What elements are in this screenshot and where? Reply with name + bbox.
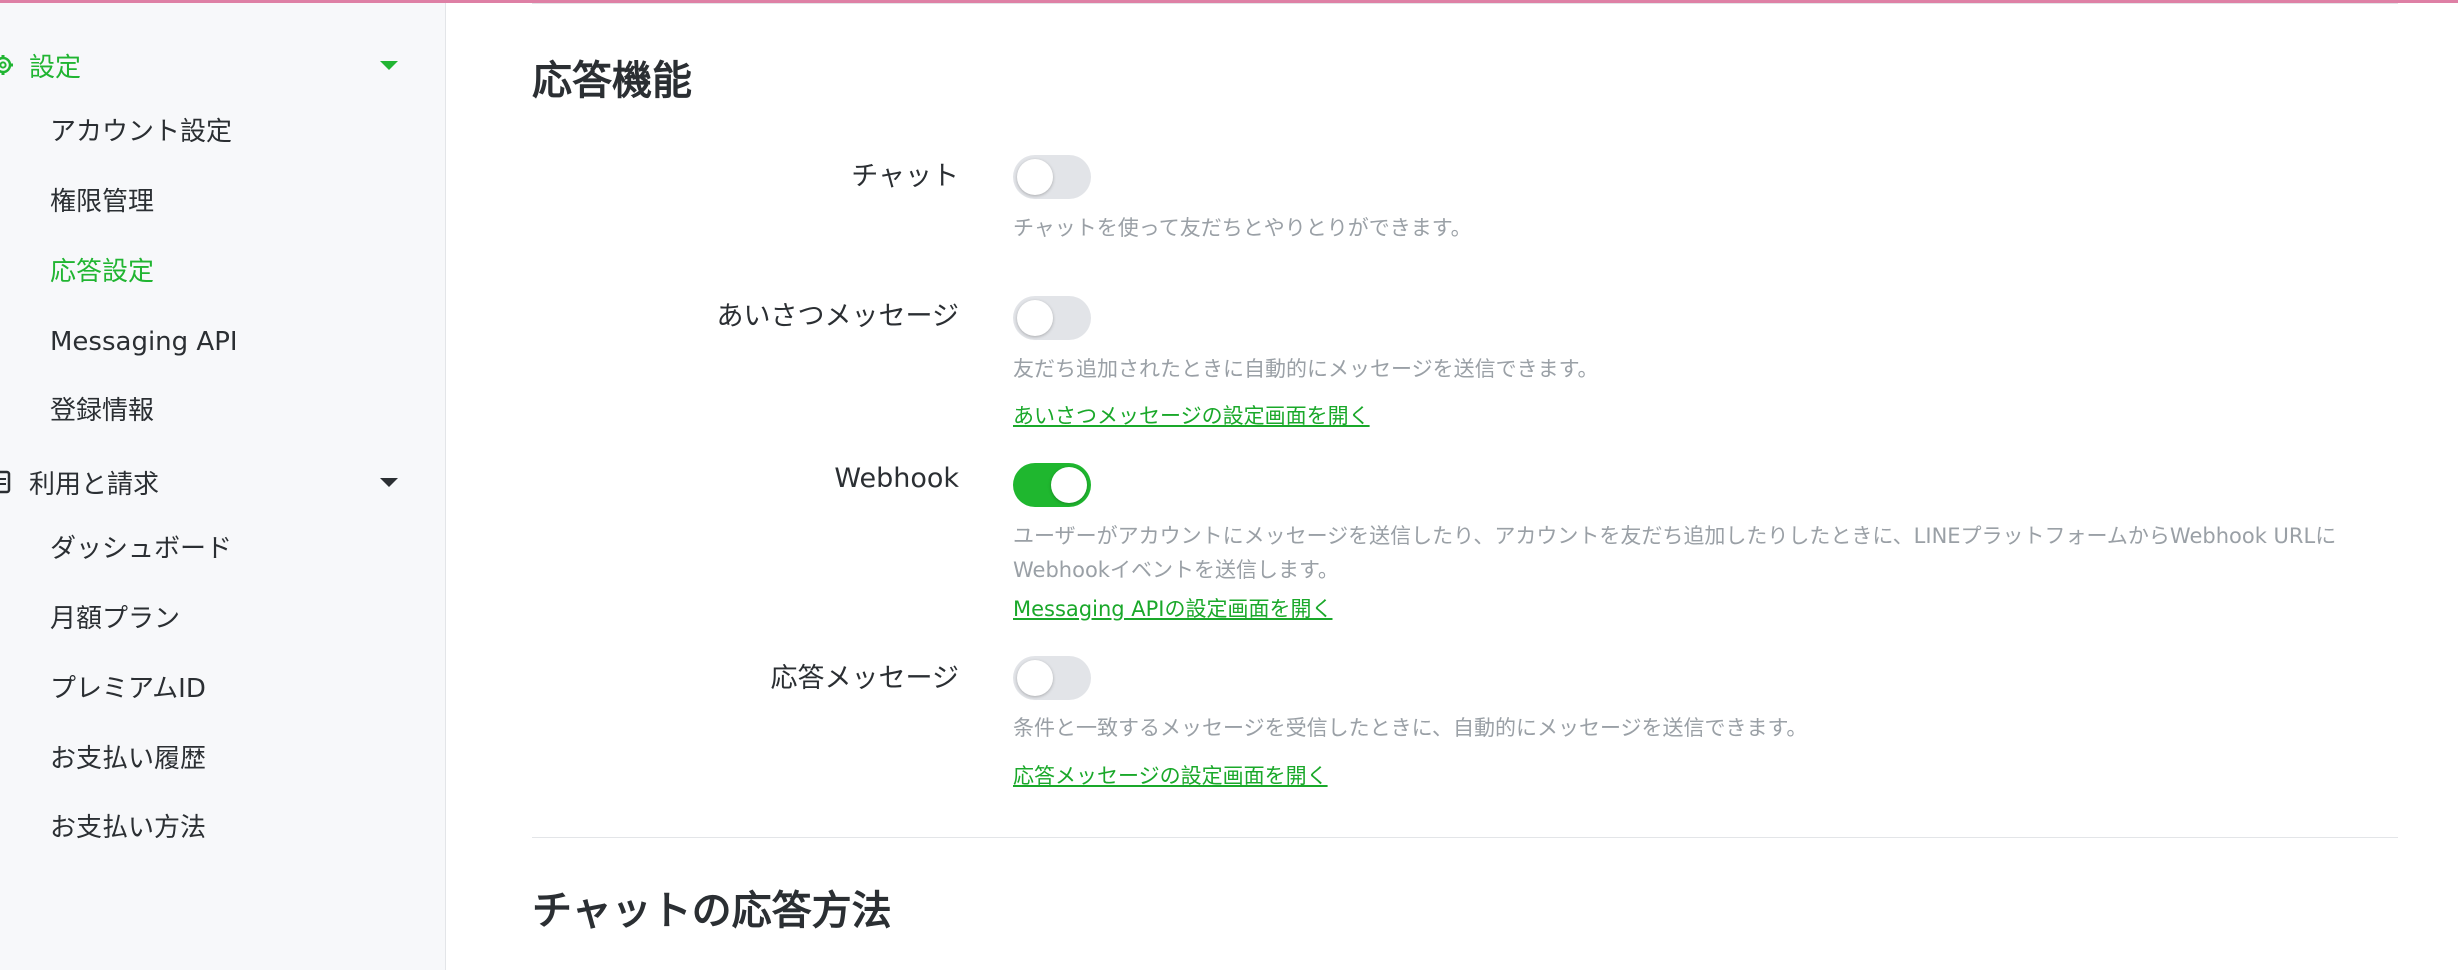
toggle-knob: [1051, 467, 1087, 503]
webhook-description: ユーザーがアカウントにメッセージを送信したり、アカウントを友だち追加したりしたと…: [1013, 524, 2337, 582]
sidebar-item-response-settings[interactable]: 応答設定: [50, 252, 154, 292]
row-label-webhook: Webhook: [834, 463, 959, 494]
row-label-auto-reply: 応答メッセージ: [770, 663, 959, 694]
sidebar-item-registration-info[interactable]: 登録情報: [50, 391, 154, 431]
greeting-message-description: 友だち追加されたときに自動的にメッセージを送信できます。: [1013, 357, 1599, 381]
sidebar-group-label: 設定: [29, 52, 82, 83]
receipt-icon: [0, 469, 14, 495]
row-label-greeting-message: あいさつメッセージ: [716, 301, 959, 332]
sidebar-group-billing[interactable]: 利用と請求: [0, 457, 445, 507]
chevron-down-icon: [380, 60, 398, 70]
toggle-knob: [1017, 300, 1053, 336]
sidebar-item-monthly-plan[interactable]: 月額プラン: [50, 599, 180, 639]
greeting-settings-link[interactable]: あいさつメッセージの設定画面を開く: [1013, 400, 1370, 430]
divider: [532, 3, 2398, 4]
toggle-knob: [1017, 660, 1053, 696]
auto-reply-settings-link[interactable]: 応答メッセージの設定画面を開く: [1013, 760, 1328, 790]
chat-description: チャットを使って友だちとやりとりができます。: [1013, 216, 1472, 240]
messaging-api-settings-link[interactable]: Messaging APIの設定画面を開く: [1013, 593, 1333, 623]
sidebar-group-settings[interactable]: 設定: [0, 40, 445, 90]
gear-icon: [0, 52, 14, 78]
sidebar: 設定 アカウント設定 権限管理 応答設定 Messaging API 登録情報 …: [0, 3, 446, 970]
row-label-chat: チャット: [851, 161, 959, 192]
main-content: 応答機能 チャット チャットを使って友だちとやりとりができます。 あいさつメッセ…: [532, 0, 2398, 970]
divider: [532, 837, 2398, 838]
sidebar-item-messaging-api[interactable]: Messaging API: [50, 322, 238, 362]
auto-reply-description: 条件と一致するメッセージを受信したときに、自動的にメッセージを送信できます。: [1013, 716, 1808, 740]
webhook-toggle[interactable]: [1013, 463, 1091, 507]
sidebar-item-payment-history[interactable]: お支払い履歴: [50, 739, 206, 779]
auto-reply-toggle[interactable]: [1013, 656, 1091, 700]
greeting-message-toggle[interactable]: [1013, 296, 1091, 340]
chat-toggle[interactable]: [1013, 155, 1091, 199]
sidebar-item-dashboard[interactable]: ダッシュボード: [50, 529, 232, 569]
sidebar-item-payment-method[interactable]: お支払い方法: [50, 808, 206, 848]
sidebar-group-label: 利用と請求: [29, 469, 160, 500]
sidebar-item-permissions[interactable]: 権限管理: [50, 182, 154, 222]
sidebar-item-premium-id[interactable]: プレミアムID: [50, 669, 206, 709]
section-title-chat-response-method: チャットの応答方法: [532, 888, 892, 934]
sidebar-item-account-settings[interactable]: アカウント設定: [50, 112, 232, 152]
toggle-knob: [1017, 159, 1053, 195]
chevron-down-icon: [380, 477, 398, 487]
section-title-response-features: 応答機能: [532, 58, 692, 104]
